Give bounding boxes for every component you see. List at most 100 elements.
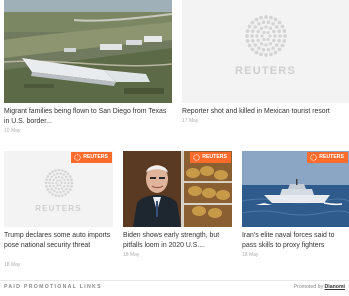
logo-dot — [250, 20, 254, 25]
logo-dot — [265, 30, 270, 35]
logo-dot — [49, 187, 53, 191]
news-card-reporter-shot[interactable]: REUTERS Reporter shot and killed in Mexi… — [182, 0, 349, 136]
logo-dot — [281, 39, 286, 43]
logo-dot — [272, 34, 277, 38]
logo-dot — [259, 34, 264, 38]
aerial-photo-image — [4, 0, 172, 103]
card-date: 18 May — [123, 252, 140, 258]
logo-dot — [48, 185, 51, 188]
logo-dot — [64, 175, 68, 179]
logo-dot — [268, 15, 273, 20]
logo-dot — [245, 39, 250, 43]
logo-dot — [62, 178, 65, 182]
logo-dot — [60, 187, 63, 190]
logo-dot — [44, 185, 48, 188]
logo-dot — [49, 175, 53, 179]
logo-dot — [274, 25, 279, 29]
logo-dot — [261, 47, 265, 52]
logo-dot — [70, 181, 73, 185]
boat-photo-thumbnail: REUTERS — [242, 151, 349, 227]
logo-dot — [62, 184, 65, 188]
logo-dot — [66, 190, 69, 194]
logo-dot — [52, 178, 55, 182]
logo-dot — [261, 20, 265, 25]
logo-dot — [256, 46, 261, 50]
logo-dot — [270, 22, 275, 26]
logo-dot — [250, 47, 254, 52]
logo-dot — [66, 178, 69, 181]
logo-dot — [54, 176, 57, 179]
logo-dot — [256, 29, 260, 34]
logo-dot — [265, 37, 270, 42]
logo-dot — [273, 50, 277, 55]
logo-dot — [47, 181, 51, 185]
logo-dot — [69, 178, 73, 181]
promoter-link[interactable]: Dianomi — [325, 284, 345, 290]
logo-dot — [256, 38, 260, 43]
logo-dot — [63, 192, 67, 196]
logo-dot — [252, 43, 257, 47]
logo-dot — [263, 53, 268, 57]
reuters-dots-icon — [44, 168, 73, 198]
logo-dot — [53, 169, 57, 172]
reuters-logo: REUTERS — [4, 168, 113, 213]
logo-dot — [62, 190, 65, 193]
logo-dot — [261, 37, 266, 42]
logo-dot — [53, 194, 57, 197]
promoted-by-label: Promoted by — [293, 284, 324, 290]
reuters-logo: REUTERS — [182, 14, 349, 77]
news-card-biden[interactable]: REUTERS Biden shows early strength, but … — [123, 151, 232, 271]
logo-dot — [56, 179, 59, 182]
logo-dot — [44, 178, 48, 181]
logo-dot — [258, 15, 263, 20]
logo-dot — [268, 26, 272, 30]
logo-dot — [69, 185, 73, 188]
logo-dot — [45, 188, 49, 191]
logo-dot — [62, 173, 65, 176]
reuters-badge: REUTERS — [190, 152, 231, 163]
logo-dot — [60, 176, 63, 179]
logo-dot — [258, 52, 263, 57]
logo-dot — [51, 181, 54, 185]
news-card-migrant-families[interactable]: Migrant families being flown to San Dieg… — [4, 0, 172, 136]
logo-dot — [277, 47, 281, 52]
logo-dot — [57, 194, 60, 198]
logo-dot — [60, 181, 63, 185]
card-date: 18 May — [242, 252, 259, 258]
logo-dot — [280, 24, 284, 29]
logo-dot — [256, 22, 261, 26]
logo-dot — [277, 34, 282, 38]
news-card-iran-naval[interactable]: REUTERS Iran's elite naval forces said t… — [242, 151, 349, 271]
logo-dot — [247, 24, 251, 29]
logo-dot — [268, 52, 273, 57]
logo-dot — [276, 38, 281, 43]
logo-dot — [50, 192, 54, 196]
logo-dot — [250, 29, 255, 34]
logo-dot — [259, 26, 263, 30]
logo-dot — [282, 34, 287, 38]
logo-dot — [252, 25, 257, 29]
logo-dot — [45, 175, 49, 178]
logo-dot — [263, 25, 268, 29]
logo-dot — [66, 181, 70, 185]
logo-dot — [44, 181, 47, 185]
logo-dot — [268, 42, 272, 46]
logo-dot — [249, 34, 254, 38]
logo-dot — [52, 190, 55, 193]
news-card-auto-imports[interactable]: REUTERS REUTERS Trump declares some auto… — [4, 151, 113, 271]
promoted-by[interactable]: Promoted by Dianomi — [294, 284, 345, 290]
logo-dot — [247, 43, 251, 48]
logo-dot — [259, 42, 263, 46]
card-title: Trump declares some auto imports pose na… — [4, 232, 111, 249]
logo-dot — [54, 187, 57, 190]
logo-dot — [58, 179, 61, 182]
logo-dot — [60, 169, 64, 172]
logo-dot — [55, 191, 59, 194]
biden-photo-thumbnail: REUTERS — [123, 151, 232, 227]
promo-footer: PAID PROMOTIONAL LINKS Promoted by Diano… — [0, 280, 349, 296]
reuters-mini-logo-icon — [310, 154, 317, 161]
card-date: 18 May — [4, 262, 21, 268]
card-title: Migrant families being flown to San Dieg… — [4, 108, 167, 125]
logo-dot — [254, 34, 259, 38]
logo-dot — [48, 172, 51, 176]
